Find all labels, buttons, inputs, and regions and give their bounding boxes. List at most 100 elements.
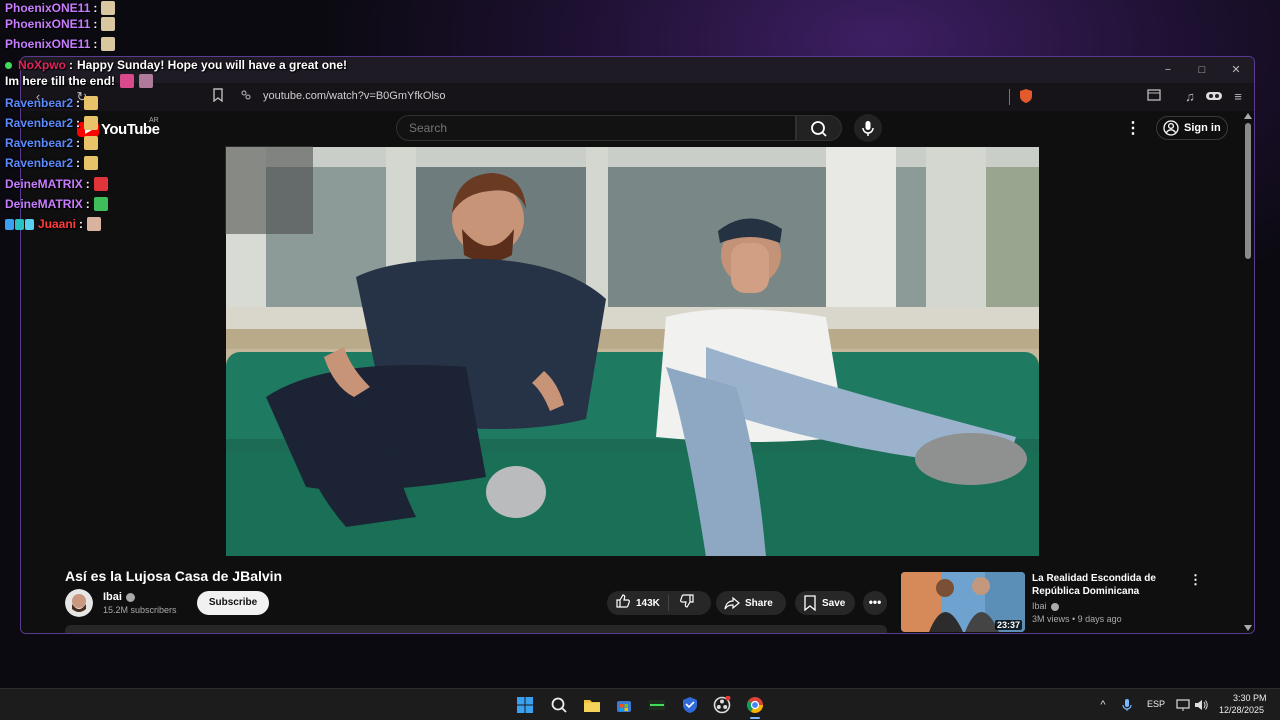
chat-emote-icon [84,96,99,110]
chat-separator: : [79,217,84,231]
voice-search-button[interactable] [854,114,882,142]
chat-message: PhoenixONE11: [5,16,116,32]
like-button[interactable] [615,593,631,614]
chat-emote-icon [139,74,154,88]
chat-message: Ravenbear2: [5,155,99,171]
vpn-icon[interactable] [1205,88,1223,106]
microphone-icon [862,121,874,136]
search-button[interactable] [796,115,842,141]
chat-text: Im here till the end! [5,74,116,88]
chat-message: PhoenixONE11: [5,36,116,52]
sidebar-icon[interactable] [1145,88,1163,106]
minimize-button[interactable]: − [1160,62,1176,78]
chat-username[interactable]: NoXpwo [18,58,66,72]
clock-time[interactable]: 3:30 PM [1233,693,1267,703]
chat-username[interactable]: PhoenixONE11 [5,1,90,15]
start-menu-icon[interactable] [516,696,534,714]
verified-badge-icon [126,593,135,602]
chat-message: DeineMATRIX: [5,176,108,192]
chat-emote-icon [101,17,116,31]
video-player[interactable] [226,147,1039,556]
obs-icon[interactable] [713,695,731,714]
chat-message: PhoenixONE11: [5,0,116,16]
close-window-button[interactable]: ✕ [1228,62,1244,78]
like-count: 143K [636,597,660,609]
chat-message: Ravenbear2: [5,95,99,111]
active-app-indicator [750,717,760,719]
music-icon[interactable]: ♫ [1181,88,1199,106]
chat-separator: : [85,197,90,211]
show-hidden-icons-chevron-icon[interactable]: ^ [1096,698,1110,712]
channel-name[interactable]: Ibai [103,591,122,603]
more-actions-button[interactable]: ••• [863,591,887,615]
chat-separator: : [93,17,98,31]
scroll-up-arrow-icon[interactable] [1244,113,1252,119]
share-button[interactable]: Share [716,591,786,615]
chat-username[interactable]: DeineMATRIX [5,197,83,211]
chat-emote-icon [93,197,108,211]
dislike-button[interactable] [679,593,695,614]
chat-emote-icon [93,177,108,191]
chat-username[interactable]: PhoenixONE11 [5,17,90,31]
browser-menu-icon[interactable]: ≡ [1229,88,1247,106]
clock-date[interactable]: 12/28/2025 [1219,705,1264,715]
brave-shield-icon[interactable] [1017,88,1035,106]
chat-shade [225,146,313,234]
stream-chat-overlay: PhoenixONE11: PhoenixONE11: PhoenixONE11: N… [0,0,347,240]
chrome-icon[interactable] [746,696,764,714]
save-button[interactable]: Save [795,591,855,615]
subscribe-button[interactable]: Subscribe [197,591,269,615]
chat-emote-icon [84,136,99,150]
chat-message: Ravenbear2: [5,135,99,151]
search-icon [811,121,827,137]
related-channel-name[interactable]: Ibai [1032,601,1047,611]
search-input[interactable] [409,121,779,135]
chat-username[interactable]: Juaani [38,217,76,231]
chat-username[interactable]: Ravenbear2 [5,136,73,150]
like-dislike-group: 143K [607,591,711,615]
chat-username[interactable]: Ravenbear2 [5,156,73,170]
chat-badge-icon [25,218,34,230]
verified-badge-icon [1051,603,1059,611]
scrollbar-thumb[interactable] [1245,123,1251,259]
related-video-meta: 3M views • 9 days ago [1032,614,1122,624]
scroll-down-arrow-icon[interactable] [1244,625,1252,631]
chat-separator: : [69,58,73,72]
store-icon[interactable] [615,696,633,714]
chat-badge-icon [15,218,24,230]
chat-message: Im here till the end! [5,73,154,89]
chat-username[interactable]: Ravenbear2 [5,96,73,110]
input-language[interactable]: ESP [1147,699,1165,709]
microphone-tray-icon[interactable] [1120,698,1134,712]
share-icon [724,596,740,610]
search-box[interactable] [396,115,796,141]
share-label: Share [745,597,773,609]
vpn-app-icon[interactable] [681,696,699,714]
taskbar-search-icon[interactable] [550,696,568,714]
chat-username[interactable]: Ravenbear2 [5,116,73,130]
sign-in-label: Sign in [1184,122,1221,134]
maximize-button[interactable]: □ [1194,62,1210,78]
chat-emote-icon [101,37,116,51]
description-box[interactable] [65,625,887,633]
related-video-title[interactable]: La Realidad Escondida de República Domin… [1032,572,1182,598]
chat-separator: : [76,156,81,170]
chat-separator: : [93,1,98,15]
channel-avatar[interactable] [65,589,93,617]
chat-username[interactable]: PhoenixONE11 [5,37,90,51]
related-video-thumbnail[interactable]: 23:37 [901,572,1025,632]
sign-in-button[interactable]: Sign in [1156,116,1228,140]
settings-menu-icon[interactable]: ⋮ [1125,117,1141,141]
related-video-menu-icon[interactable]: ⋮ [1189,572,1202,588]
chat-badge-icon [5,218,14,230]
network-icon[interactable] [1176,698,1190,712]
page-scrollbar[interactable] [1241,111,1254,633]
video-title: Así es la Lujosa Casa de JBalvin [65,568,283,584]
toolbar-divider [1009,89,1010,105]
chat-username[interactable]: DeineMATRIX [5,177,83,191]
volume-icon[interactable] [1194,698,1208,712]
chat-emote-icon [84,116,99,130]
file-explorer-icon[interactable] [583,696,601,714]
terminal-app-icon[interactable] [648,696,666,714]
video-duration: 23:37 [994,620,1022,630]
